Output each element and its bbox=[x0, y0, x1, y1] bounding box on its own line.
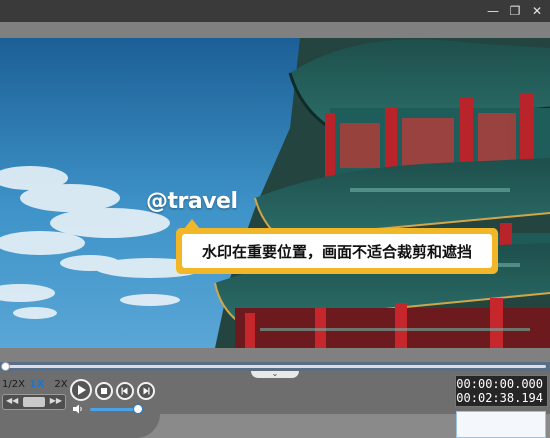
speed-1x[interactable]: 1X bbox=[26, 379, 48, 393]
next-frame-button[interactable] bbox=[137, 382, 155, 400]
tooltip-text: 水印在重要位置，画面不适合裁剪和遮挡 bbox=[182, 234, 492, 268]
watermark-text: @travel bbox=[146, 189, 238, 214]
video-bottom-bar bbox=[0, 348, 550, 362]
prev-frame-button[interactable] bbox=[116, 382, 134, 400]
time-display: 00:00:00.000 00:02:38.194 bbox=[455, 375, 548, 407]
title-bar: — ❐ ✕ bbox=[0, 0, 550, 22]
progress-handle[interactable] bbox=[1, 362, 10, 371]
volume-handle[interactable] bbox=[132, 404, 143, 414]
video-preview: @travel 水印在重要位置，画面不适合裁剪和遮挡 bbox=[0, 38, 550, 348]
temple-image bbox=[0, 38, 550, 348]
close-button[interactable]: ✕ bbox=[528, 2, 546, 20]
stop-button[interactable] bbox=[95, 382, 113, 400]
shuttle-thumb[interactable] bbox=[23, 397, 45, 407]
speed-half[interactable]: 1/2X bbox=[2, 379, 25, 393]
controls-curve bbox=[0, 414, 160, 438]
bottom-field[interactable] bbox=[456, 411, 546, 438]
progress-track[interactable] bbox=[4, 365, 546, 368]
warning-tooltip: 水印在重要位置，画面不适合裁剪和遮挡 bbox=[176, 228, 498, 274]
next-frame-icon bbox=[143, 387, 150, 395]
shuttle-control[interactable]: ◀◀ ▶▶ bbox=[2, 394, 66, 410]
speed-2x[interactable]: 2X bbox=[50, 379, 72, 393]
speaker-icon[interactable] bbox=[72, 404, 84, 414]
video-top-bar bbox=[0, 22, 550, 38]
chevron-down-icon[interactable]: ⌄ bbox=[251, 370, 299, 378]
current-time: 00:00:00.000 bbox=[456, 377, 543, 391]
stop-icon bbox=[101, 388, 107, 394]
play-icon bbox=[78, 385, 86, 395]
rewind-icon[interactable]: ◀◀ bbox=[6, 396, 18, 405]
prev-frame-icon bbox=[121, 387, 128, 395]
total-time: 00:02:38.194 bbox=[456, 391, 543, 405]
play-button[interactable] bbox=[70, 379, 92, 401]
fast-forward-icon[interactable]: ▶▶ bbox=[50, 396, 62, 405]
speed-selector: 1/2X 1X 2X bbox=[2, 379, 72, 393]
restore-button[interactable]: ❐ bbox=[506, 2, 524, 20]
minimize-button[interactable]: — bbox=[484, 2, 502, 20]
